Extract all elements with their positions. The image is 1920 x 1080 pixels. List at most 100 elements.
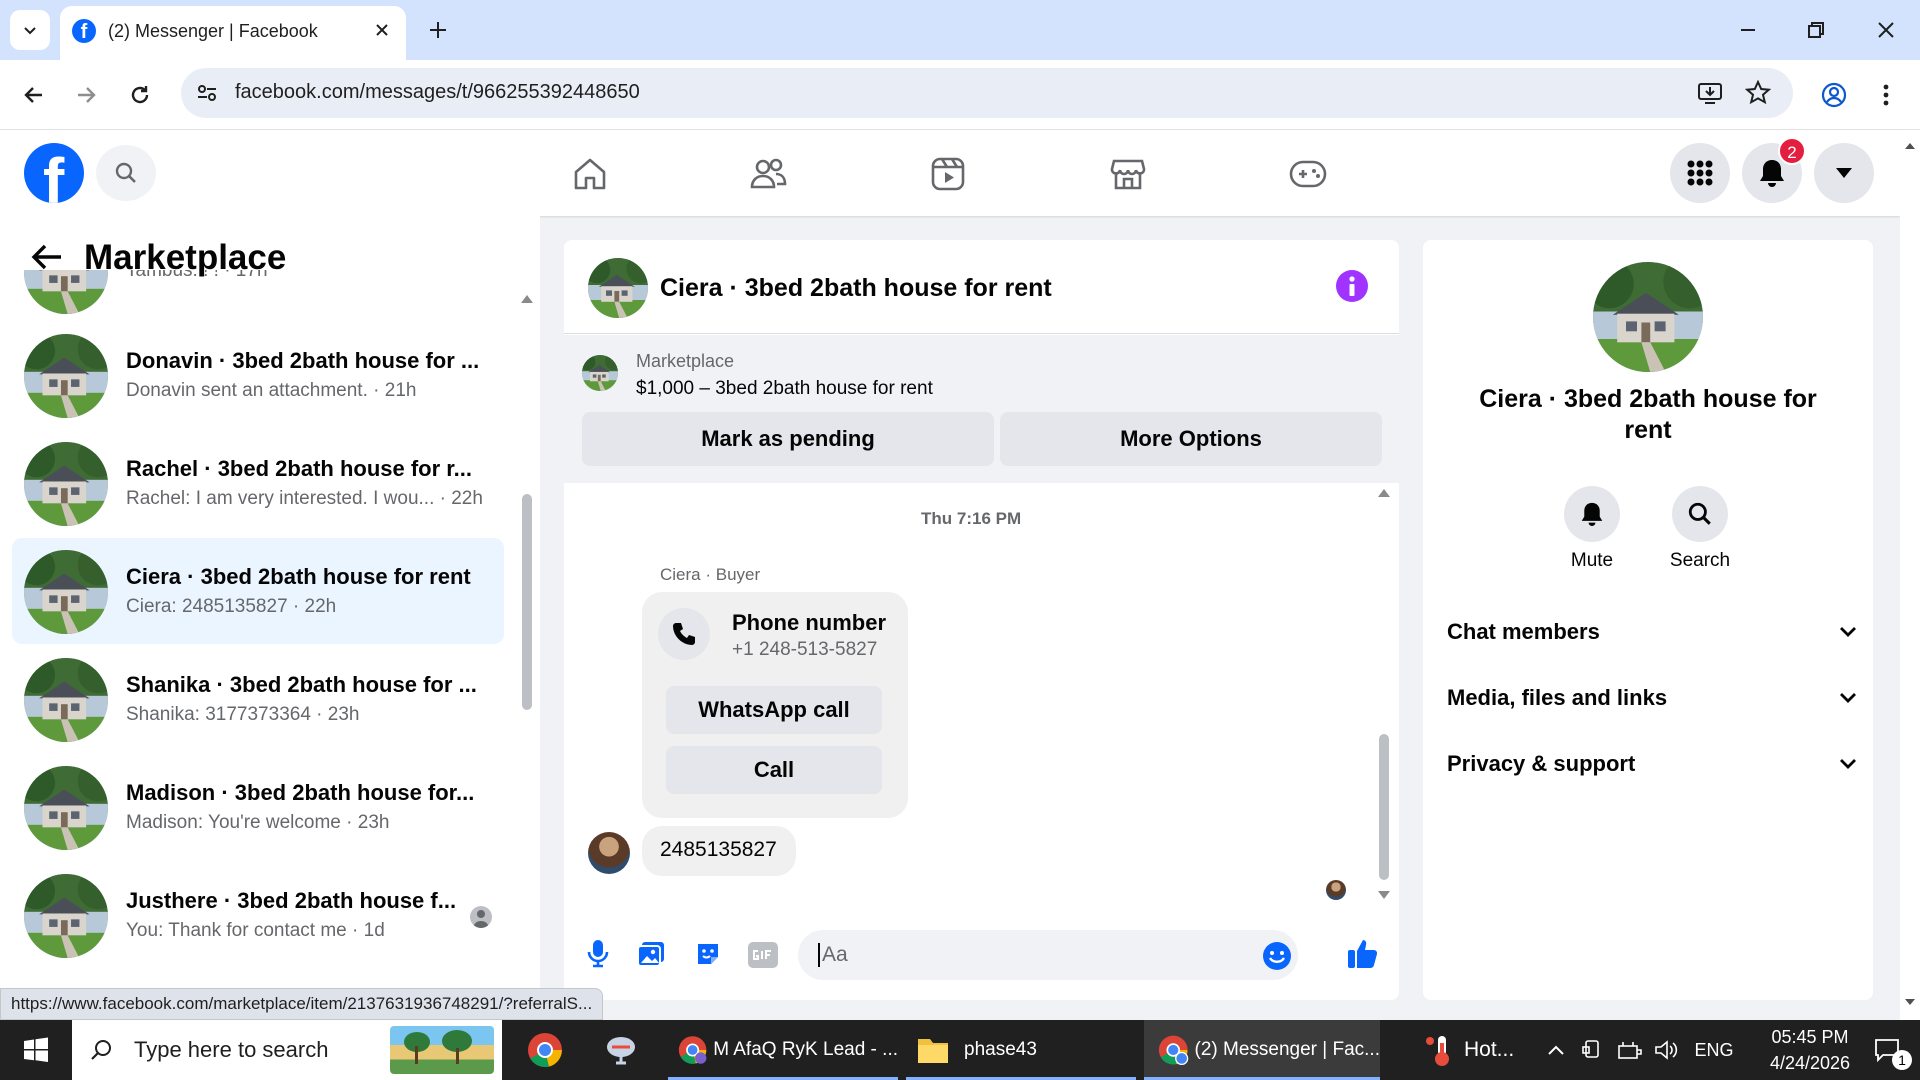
listing-title[interactable]: $1,000 – 3bed 2bath house for rent [636,378,933,400]
gif-icon[interactable] [748,942,778,968]
facebook-logo-icon[interactable]: f [24,143,84,203]
conversation-scrollbar-thumb[interactable] [522,494,532,710]
sender-avatar[interactable] [588,832,630,874]
taskbar-app-icon[interactable] [596,1020,646,1080]
accordion-privacy-support[interactable]: Privacy & support [1447,744,1857,784]
microphone-icon[interactable] [586,938,610,968]
page-scrollbar[interactable] [1900,130,1920,1020]
volume-icon[interactable] [1652,1020,1680,1080]
thumbs-up-icon[interactable] [1346,936,1380,970]
restore-button[interactable] [1796,10,1836,50]
language-indicator[interactable]: ENG [1690,1020,1738,1080]
install-app-icon[interactable] [1697,80,1723,106]
emoji-icon[interactable] [1262,941,1292,971]
sticker-icon[interactable] [694,940,722,968]
more-options-button[interactable]: More Options [1000,412,1382,466]
taskbar-app-label: phase43 [964,1039,1037,1060]
windows-taskbar: Type here to search M AfaQ RyK Lead - ..… [0,1020,1920,1080]
message-input[interactable]: Aa [798,930,1298,980]
weather-widget[interactable]: Hot... [1424,1020,1524,1080]
back-button[interactable] [14,75,54,115]
notifications-button[interactable]: 2 [1742,137,1806,203]
nav-gaming-icon[interactable] [1286,152,1330,196]
bookmark-star-icon[interactable] [1745,80,1771,106]
mark-as-pending-button[interactable]: Mark as pending [582,412,994,466]
nav-marketplace-icon[interactable] [1106,152,1150,196]
conversation-title: Madison · 3bed 2bath house for... [126,780,475,805]
read-receipt-avatar [1326,880,1346,900]
conversation-title: Ciera · 3bed 2bath house for rent [126,564,471,589]
chat-scroll-down-arrow[interactable] [1377,890,1391,900]
scroll-up-arrow[interactable] [520,294,534,304]
taskbar-chrome-lead-app[interactable]: M AfaQ RyK Lead - ... [668,1020,898,1080]
page-scroll-down-arrow[interactable] [1900,992,1920,1012]
browser-tab-messenger[interactable]: f (2) Messenger | Facebook [60,6,406,60]
site-info-icon[interactable] [195,81,219,105]
chat-scrollbar-thumb[interactable] [1379,734,1389,880]
nav-friends-icon[interactable] [746,152,790,196]
profile-button[interactable] [1814,75,1854,115]
nav-home-icon[interactable] [568,152,612,196]
arrow-left-icon [24,87,42,103]
phone-number-card: Phone number +1 248-513-5827 WhatsApp ca… [642,592,908,818]
photo-gallery-icon[interactable] [636,940,666,968]
menu-grid-button[interactable] [1670,143,1730,203]
accordion-label: Chat members [1447,619,1600,644]
accordion-media-files-links[interactable]: Media, files and links [1447,678,1857,718]
conversation-item[interactable]: Justhere · 3bed 2bath house f... You: Tha… [12,862,504,968]
close-window-button[interactable] [1866,10,1906,50]
chat-title[interactable]: Ciera · 3bed 2bath house for rent [660,274,1052,303]
browser-toolbar: facebook.com/messages/t/966255392448650 [0,60,1920,130]
search-conversation-button[interactable] [1672,486,1728,542]
clock-time: 05:45 PM [1771,1027,1849,1047]
new-tab-button[interactable] [418,10,458,50]
address-bar[interactable]: facebook.com/messages/t/966255392448650 [181,68,1793,118]
forward-button[interactable] [66,75,106,115]
conversation-item[interactable]: Ciera · 3bed 2bath house for rent Ciera: … [12,538,504,644]
chat-avatar[interactable] [588,258,648,318]
mute-button[interactable] [1564,486,1620,542]
chrome-icon [1158,1035,1189,1066]
back-arrow-icon[interactable] [30,242,64,272]
status-url-text: https://www.facebook.com/marketplace/ite… [11,994,593,1013]
chat-scroll-up-arrow[interactable] [1377,488,1391,498]
show-hidden-icons-chevron[interactable] [1544,1020,1568,1080]
contact-avatar[interactable] [1593,262,1703,372]
minimize-button[interactable] [1728,10,1768,50]
network-icon[interactable] [1616,1020,1644,1080]
call-button[interactable]: Call [666,746,882,794]
browser-menu-button[interactable] [1866,75,1906,115]
accordion-chat-members[interactable]: Chat members [1447,612,1857,652]
taskbar-search-placeholder: Type here to search [134,1037,329,1062]
plus-icon [430,22,446,38]
tray-icon[interactable] [1580,1020,1604,1080]
account-circle-icon [1821,82,1847,108]
conversation-item[interactable]: Shanika · 3bed 2bath house for ... Shanik… [12,646,504,752]
tab-search-button[interactable] [10,10,50,50]
conversation-item[interactable]: Rachel · 3bed 2bath house for r... Rachel… [12,430,504,536]
whatsapp-call-button[interactable]: WhatsApp call [666,686,882,734]
page-scroll-up-arrow[interactable] [1900,136,1920,156]
search-label: Search [1669,550,1731,571]
bell-icon [1760,160,1784,187]
account-menu-button[interactable] [1814,143,1874,203]
taskbar-folder-app[interactable]: phase43 [906,1020,1136,1080]
clock[interactable]: 05:45 PM 4/24/2026 [1744,1020,1876,1080]
start-button[interactable] [0,1020,72,1080]
message-bubble[interactable]: 2485135827 [642,826,796,876]
notification-center-button[interactable]: 1 [1862,1020,1912,1080]
taskbar-search-box[interactable]: Type here to search [72,1020,502,1080]
nav-video-icon[interactable] [926,152,970,196]
listing-thumbnail[interactable] [582,355,618,391]
reload-button[interactable] [120,75,160,115]
search-button[interactable] [96,145,156,201]
url-text[interactable]: facebook.com/messages/t/966255392448650 [235,81,640,104]
taskbar-chrome-messenger-app[interactable]: (2) Messenger | Fac... [1144,1020,1380,1080]
conversation-item[interactable]: Madison · 3bed 2bath house for... Madison… [12,754,504,860]
listing-thumbnail [24,442,108,526]
partial-conversation[interactable]: Tambus: ! ! · 17h [12,270,504,320]
tab-close-icon[interactable] [370,18,394,42]
taskbar-chrome-icon[interactable] [520,1020,570,1080]
conversation-item[interactable]: Donavin · 3bed 2bath house for ... Donavi… [12,322,504,428]
info-icon[interactable] [1336,270,1368,302]
